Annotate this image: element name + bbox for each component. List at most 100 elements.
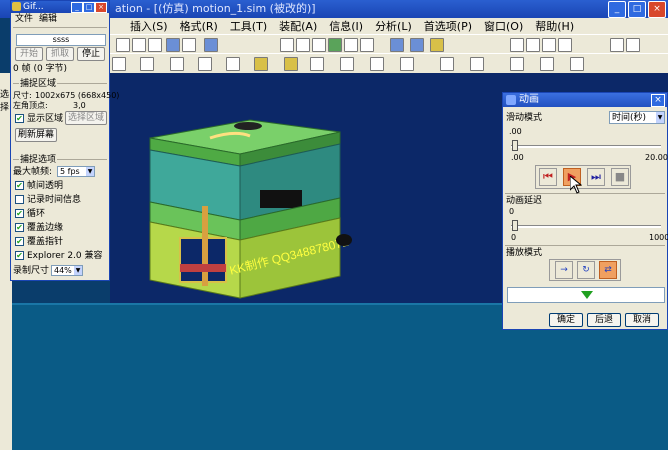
delay-slider-thumb[interactable] bbox=[512, 220, 518, 231]
line-icon[interactable] bbox=[198, 57, 212, 71]
app-title: ation - [(仿真) motion_1.sim (被改的)] bbox=[115, 2, 316, 15]
gif-name-field[interactable]: ssss bbox=[16, 34, 106, 46]
option-checkbox-2[interactable]: ✔ bbox=[15, 209, 24, 218]
stop-icon[interactable]: ■ bbox=[611, 168, 629, 186]
view-icon[interactable] bbox=[344, 38, 358, 52]
menu-format[interactable]: 格式(R) bbox=[180, 18, 218, 34]
wireframe-icon[interactable] bbox=[360, 38, 374, 52]
sprue-bushing bbox=[234, 122, 262, 130]
copy-icon[interactable] bbox=[116, 38, 130, 52]
delete-icon[interactable] bbox=[148, 38, 162, 52]
undo-icon[interactable] bbox=[166, 38, 180, 52]
animation-titlebar: 动画 × bbox=[503, 93, 667, 107]
edit-icon[interactable] bbox=[112, 57, 126, 71]
refresh-screen-button[interactable]: 刷新屏幕 bbox=[15, 128, 57, 142]
mirror-icon[interactable] bbox=[340, 57, 354, 71]
chevron-down-icon: ▼ bbox=[86, 167, 94, 176]
option-checkbox-0[interactable]: ✔ bbox=[15, 181, 24, 190]
time-slider-thumb[interactable] bbox=[512, 140, 518, 151]
menu-preferences[interactable]: 首选项(P) bbox=[424, 18, 472, 34]
stop-button[interactable]: 停止 bbox=[77, 47, 105, 61]
close-button[interactable]: × bbox=[648, 1, 666, 18]
solver-icon[interactable] bbox=[570, 57, 584, 71]
gif-maximize-button[interactable]: □ bbox=[83, 2, 95, 13]
record-size-select[interactable]: 44% ▼ bbox=[51, 265, 83, 276]
arc-icon[interactable] bbox=[170, 57, 184, 71]
bounce-icon[interactable]: ⇄ bbox=[599, 261, 617, 279]
gif-menu-file[interactable]: 文件 bbox=[15, 13, 33, 26]
gif-menu-edit[interactable]: 编辑 bbox=[39, 13, 57, 26]
play-once-icon[interactable]: → bbox=[555, 261, 573, 279]
delay-slider-track[interactable] bbox=[511, 225, 661, 228]
section-icon[interactable] bbox=[526, 38, 540, 52]
animation-close-button[interactable]: × bbox=[651, 94, 665, 107]
pan-icon[interactable] bbox=[312, 38, 326, 52]
fit-view-icon[interactable] bbox=[280, 38, 294, 52]
menu-window[interactable]: 窗口(O) bbox=[484, 18, 523, 34]
display-icon[interactable] bbox=[542, 38, 556, 52]
option-checkbox-1[interactable] bbox=[15, 195, 24, 204]
grid-icon[interactable] bbox=[610, 38, 624, 52]
menu-bar: 插入(S) 格式(R) 工具(T) 装配(A) 信息(I) 分析(L) 首选项(… bbox=[110, 18, 668, 34]
dimension-icon[interactable] bbox=[470, 57, 484, 71]
option-checkbox-5[interactable]: ✔ bbox=[15, 251, 24, 260]
loop-icon[interactable]: ↻ bbox=[577, 261, 595, 279]
show-area-checkbox[interactable]: ✔ bbox=[15, 114, 24, 123]
menu-info[interactable]: 信息(I) bbox=[329, 18, 363, 34]
max-fps-select[interactable]: 5 fps ▼ bbox=[57, 166, 95, 177]
option-label-5: Explorer 2.0 兼容 bbox=[27, 251, 103, 261]
menu-analysis[interactable]: 分析(L) bbox=[375, 18, 412, 34]
motion-icon[interactable] bbox=[540, 57, 554, 71]
topleft-label: 左角顶点: bbox=[13, 101, 48, 110]
trim-icon[interactable] bbox=[284, 57, 298, 71]
chamfer-icon[interactable] bbox=[370, 57, 384, 71]
gif-minimize-button[interactable]: _ bbox=[71, 2, 83, 13]
minimize-button[interactable]: _ bbox=[608, 1, 626, 18]
snap-icon[interactable] bbox=[204, 38, 218, 52]
render-icon[interactable] bbox=[410, 38, 424, 52]
sliding-mode-label: 滑动模式 bbox=[506, 113, 543, 123]
menu-help[interactable]: 帮助(H) bbox=[535, 18, 574, 34]
rewind-icon[interactable]: ⏮ bbox=[539, 168, 557, 186]
spline-icon[interactable] bbox=[254, 57, 268, 71]
start-button[interactable]: 开始 bbox=[15, 47, 43, 61]
ejector-plate bbox=[180, 264, 226, 272]
option-checkbox-4[interactable]: ✔ bbox=[15, 237, 24, 246]
cancel-button[interactable]: 取消 bbox=[625, 313, 659, 327]
menu-insert[interactable]: 插入(S) bbox=[130, 18, 168, 34]
measure-icon[interactable] bbox=[510, 38, 524, 52]
rotate-icon[interactable] bbox=[328, 38, 342, 52]
select-area-button[interactable]: 选择区域 bbox=[65, 111, 107, 125]
show-area-label: 显示区域 bbox=[27, 114, 64, 124]
capture-button[interactable]: 抓取 bbox=[46, 47, 74, 61]
time-slider-track[interactable] bbox=[511, 145, 661, 148]
point-icon[interactable] bbox=[226, 57, 240, 71]
gif-close-button[interactable]: × bbox=[95, 2, 107, 13]
constraint-icon[interactable] bbox=[440, 57, 454, 71]
expand-arrow-icon[interactable] bbox=[581, 291, 593, 299]
option-checkbox-3[interactable]: ✔ bbox=[15, 223, 24, 232]
joint-icon[interactable] bbox=[510, 57, 524, 71]
shade-icon[interactable] bbox=[390, 38, 404, 52]
fillet-icon[interactable] bbox=[400, 57, 414, 71]
filter-icon[interactable] bbox=[558, 38, 572, 52]
zoom-icon[interactable] bbox=[296, 38, 310, 52]
forward-icon[interactable]: ⏭ bbox=[587, 168, 605, 186]
layer-icon[interactable] bbox=[430, 38, 444, 52]
delay-current: 0 bbox=[509, 207, 515, 216]
menu-tools[interactable]: 工具(T) bbox=[230, 18, 267, 34]
ok-button[interactable]: 确定 bbox=[549, 313, 583, 327]
animation-icon bbox=[506, 95, 516, 105]
link-icon[interactable] bbox=[182, 38, 196, 52]
table-icon[interactable] bbox=[626, 38, 640, 52]
mold-model[interactable]: KK制作 QQ348878072 bbox=[140, 110, 360, 310]
paste-icon[interactable] bbox=[132, 38, 146, 52]
menu-assembly[interactable]: 装配(A) bbox=[279, 18, 317, 34]
curve-icon[interactable] bbox=[140, 57, 154, 71]
offset-icon[interactable] bbox=[310, 57, 324, 71]
delay-max: 1000 bbox=[649, 233, 668, 242]
cavity-slot bbox=[260, 190, 302, 208]
maximize-button[interactable]: □ bbox=[628, 1, 646, 18]
back-button[interactable]: 后退 bbox=[587, 313, 621, 327]
time-unit-select[interactable]: 时间(秒) ▼ bbox=[609, 111, 665, 124]
